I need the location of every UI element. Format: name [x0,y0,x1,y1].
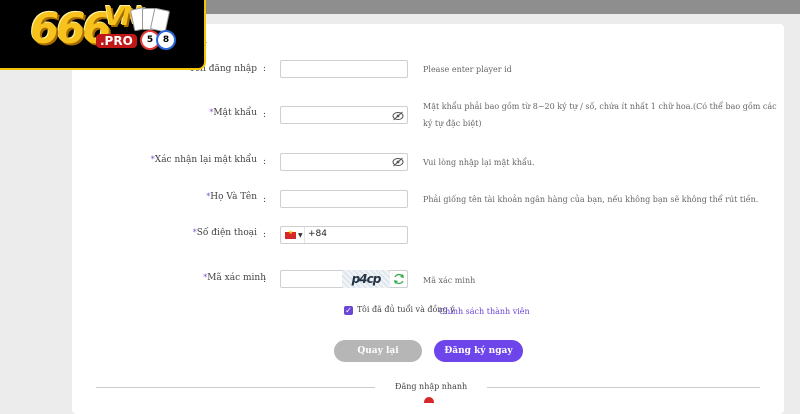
playing-cards-icon [129,6,172,33]
eye-hidden-icon[interactable] [392,157,404,167]
confirm-password-label-text: Xác nhận lại mật khẩu [154,155,257,165]
password-hint-line-2: ký tự đặc biệt) [423,119,482,128]
password-label: *Mật khẩu [209,108,257,118]
phone-label: *Số điện thoại [193,228,257,238]
register-button[interactable]: Đăng ký ngay [434,340,523,362]
registration-card [72,24,784,414]
password-hint-line-1: Mật khẩu phải bao gồm từ 8~20 ký tự / số… [423,102,777,111]
password-input[interactable] [280,106,408,124]
password-label-text: Mật khẩu [213,108,257,118]
colon: : [263,110,267,120]
colon: : [263,275,267,285]
eye-hidden-icon[interactable] [392,111,404,121]
member-policy-link[interactable]: Chính sách thành viên [439,307,530,316]
full-name-label: *Họ Và Tên [206,192,257,202]
phone-label-text: Số điện thoại [196,228,257,238]
captcha-label: *Mã xác minh [203,273,266,283]
country-code: +84 [308,229,327,239]
confirm-password-input[interactable] [280,153,408,171]
confirm-password-hint: Vui lòng nhập lại mật khẩu. [423,158,535,167]
quick-login-heading: Đăng nhập nhanh [375,382,488,391]
quick-login-icon[interactable] [424,397,434,403]
full-name-hint: Phải giống tên tài khoản ngân hàng của b… [423,195,759,204]
full-name-input[interactable] [280,190,408,208]
password-hint: Mật khẩu phải bao gồm từ 8~20 ký tự / số… [423,98,777,132]
captcha-hint: Mã xác minh [423,276,476,285]
vietnam-flag-icon [285,229,296,239]
confirm-password-label: *Xác nhận lại mật khẩu [151,155,257,165]
username-input[interactable] [280,60,408,78]
lottery-ball-icon: 8 [156,30,176,50]
refresh-icon[interactable] [393,273,405,285]
colon: : [263,195,267,205]
agree-checkbox[interactable]: ✓ [344,306,353,315]
colon: : [263,64,267,74]
captcha-image: p4cp [342,270,390,288]
colon: : [263,230,267,240]
brand-logo[interactable]: 666 VN .PRO 5 8 [0,0,206,70]
caret-down-icon: ▼ [298,231,303,239]
captcha-label-text: Mã xác minh [207,273,266,283]
logo-suffix: .PRO [96,34,137,48]
username-hint: Please enter player id [423,65,512,74]
colon: : [263,157,267,167]
country-code-select[interactable]: ▼ [281,227,305,243]
full-name-label-text: Họ Và Tên [210,192,257,202]
back-button[interactable]: Quay lại [334,340,422,362]
